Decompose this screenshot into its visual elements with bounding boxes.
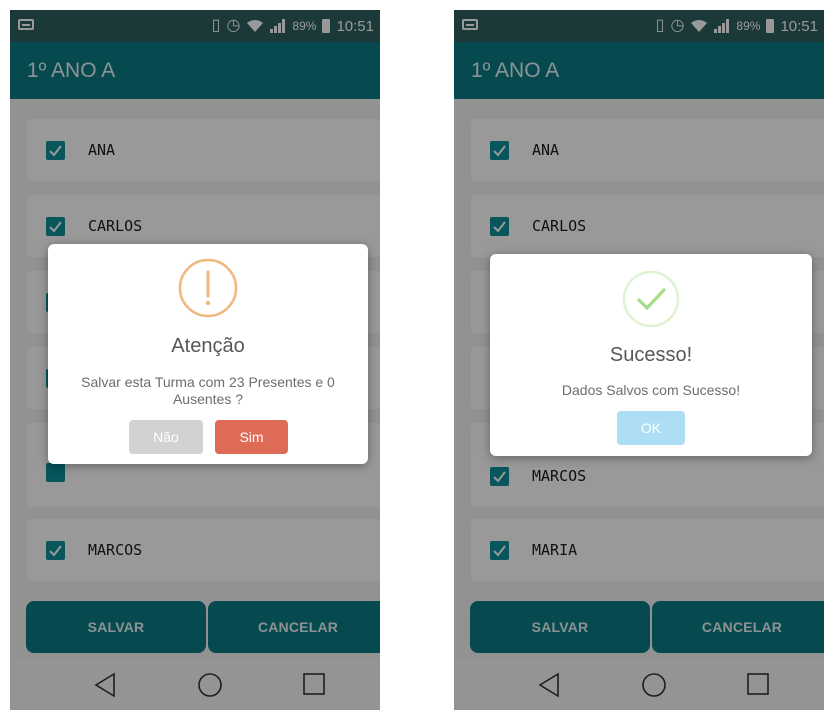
phone-screen-confirm: ▯ ◷ 89% 10:51 1º ANO A ANA CARLOS MARCOS… [10,10,380,710]
confirm-dialog: Atenção Salvar esta Turma com 23 Present… [48,244,368,464]
dialog-message-2: Ausentes ? [172,391,244,407]
success-dialog: Sucesso! Dados Salvos com Sucesso! OK [490,254,812,456]
dialog-title: Sucesso! [609,344,693,366]
dialog-message: Dados Salvos com Sucesso! [561,382,741,398]
phone-screen-success: ▯ ◷ 89% 10:51 1º ANO A ANA CARLOS MARCOS… [454,10,824,710]
ok-button[interactable]: OK [617,411,685,445]
dialog-title: Atenção [171,335,245,357]
warning-icon [178,258,238,318]
no-button[interactable]: Não [129,420,203,454]
success-check-icon [622,270,680,328]
yes-button[interactable]: Sim [215,420,288,454]
dialog-message: Salvar esta Turma com 23 Presentes e 0 [81,374,335,390]
